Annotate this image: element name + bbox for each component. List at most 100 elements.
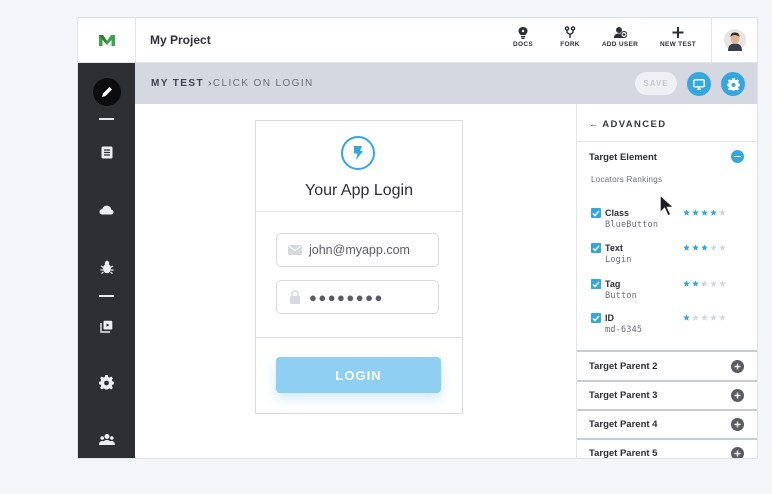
login-title: Your App Login	[305, 182, 413, 199]
monitor-icon	[693, 78, 705, 90]
star-empty-icon	[710, 280, 717, 287]
sidebar-item-team[interactable]	[78, 433, 135, 445]
target-parent-label: Target Parent 2	[589, 361, 658, 372]
star-empty-icon	[719, 280, 726, 287]
star-filled-icon	[683, 244, 690, 251]
breadcrumb-root[interactable]: MY TEST	[151, 78, 204, 89]
locators-heading: Locators Rankings	[591, 175, 663, 184]
star-filled-icon	[683, 209, 690, 216]
sidebar-item-edit[interactable]	[78, 78, 135, 106]
password-field[interactable]: ●●●●●●●●	[276, 280, 439, 314]
star-empty-icon	[701, 314, 708, 321]
target-element-label[interactable]: Target Element	[589, 152, 657, 163]
star-filled-icon	[692, 280, 699, 287]
lock-icon	[287, 290, 303, 304]
add-user-button[interactable]: ADD USER	[590, 26, 650, 48]
copy-icon	[100, 320, 113, 333]
locator-checkbox[interactable]	[591, 313, 601, 323]
app-window: My Project DOCS FORK ADD USER NEW TEST M…	[77, 17, 758, 459]
locator-rating	[683, 244, 726, 251]
settings-button[interactable]	[721, 72, 745, 96]
list-icon	[101, 146, 112, 159]
fork-label: FORK	[560, 41, 580, 48]
target-parent-row[interactable]: Target Parent 2	[577, 352, 757, 382]
locator-checkbox[interactable]	[591, 208, 601, 218]
add-user-label: ADD USER	[601, 41, 639, 48]
sidebar-item-bugs[interactable]	[78, 260, 135, 274]
target-parent-row[interactable]: Target Parent 3	[577, 381, 757, 411]
advanced-panel: ← ADVANCED Target Element Locators Ranki…	[576, 104, 757, 459]
back-arrow-icon: ←	[589, 119, 599, 130]
fork-icon	[564, 26, 576, 38]
locator-checkbox[interactable]	[591, 243, 601, 253]
card-divider	[256, 337, 462, 338]
logo-icon	[98, 35, 115, 46]
gear-icon	[726, 77, 740, 91]
locator-row-tag: Tag Button	[591, 279, 751, 309]
breadcrumb: MY TEST ›CLICK ON LOGIN	[151, 78, 314, 89]
logo[interactable]	[78, 18, 136, 62]
target-parent-row[interactable]: Target Parent 5	[577, 439, 757, 459]
expand-icon[interactable]	[731, 447, 744, 458]
star-empty-icon	[719, 244, 726, 251]
expand-icon[interactable]	[731, 389, 744, 402]
target-parent-label: Target Parent 5	[589, 448, 658, 459]
new-test-button[interactable]: NEW TEST	[648, 26, 708, 48]
locator-name: Class	[605, 208, 630, 218]
envelope-icon	[287, 245, 303, 255]
breadcrumb-current: CLICK ON LOGIN	[212, 78, 314, 89]
advanced-back[interactable]: ← ADVANCED	[589, 119, 667, 130]
avatar[interactable]	[711, 18, 757, 62]
app-logo-icon	[341, 136, 375, 170]
save-button[interactable]: SAVE	[635, 72, 677, 95]
avatar-image	[724, 29, 746, 51]
test-header: MY TEST ›CLICK ON LOGIN SAVE	[135, 63, 757, 104]
collapse-icon[interactable]	[731, 150, 744, 163]
target-parent-label: Target Parent 3	[589, 390, 658, 401]
cursor-icon	[659, 193, 676, 217]
preview-button[interactable]	[687, 72, 711, 96]
star-empty-icon	[710, 314, 717, 321]
locator-rating	[683, 209, 726, 216]
star-filled-icon	[692, 244, 699, 251]
docs-label: DOCS	[513, 41, 533, 48]
new-test-label: NEW TEST	[660, 41, 696, 48]
email-field[interactable]: john@myapp.com	[276, 233, 439, 267]
panel-divider	[577, 350, 757, 352]
target-parent-row[interactable]: Target Parent 4	[577, 410, 757, 440]
top-bar: My Project DOCS FORK ADD USER NEW TEST	[78, 18, 757, 63]
locator-name: ID	[605, 313, 614, 323]
locator-row-text: Text Login	[591, 243, 751, 273]
project-name[interactable]: My Project	[150, 33, 211, 47]
locator-value: Button	[605, 291, 637, 301]
login-card: Your App Login john@myapp.com ●●●●●●●● L…	[255, 120, 463, 414]
star-filled-icon	[683, 280, 690, 287]
sidebar-item-settings[interactable]	[78, 375, 135, 390]
sidebar-item-list[interactable]	[78, 146, 135, 159]
target-parent-label: Target Parent 4	[589, 419, 658, 430]
lightbulb-icon	[518, 27, 528, 39]
locator-row-id: ID md-6345	[591, 313, 751, 343]
team-icon	[98, 434, 115, 445]
locator-checkbox[interactable]	[591, 279, 601, 289]
locator-value: BlueButton	[605, 220, 659, 230]
login-button[interactable]: LOGIN	[276, 357, 441, 393]
star-empty-icon	[719, 314, 726, 321]
sidebar-item-cloud[interactable]	[78, 205, 135, 215]
gear-icon	[99, 375, 114, 390]
star-empty-icon	[710, 244, 717, 251]
sidebar	[78, 63, 135, 458]
star-filled-icon	[710, 209, 717, 216]
locator-rating	[683, 280, 726, 287]
expand-icon[interactable]	[731, 418, 744, 431]
locator-rating	[683, 314, 726, 321]
expand-icon[interactable]	[731, 360, 744, 373]
panel-divider	[577, 141, 757, 142]
bolt-icon	[354, 146, 363, 160]
cloud-icon	[99, 205, 114, 215]
advanced-label: ADVANCED	[602, 119, 667, 130]
locator-value: md-6345	[605, 325, 643, 335]
sidebar-divider	[99, 295, 114, 297]
sidebar-item-copy[interactable]	[78, 320, 135, 333]
card-divider	[256, 211, 462, 212]
